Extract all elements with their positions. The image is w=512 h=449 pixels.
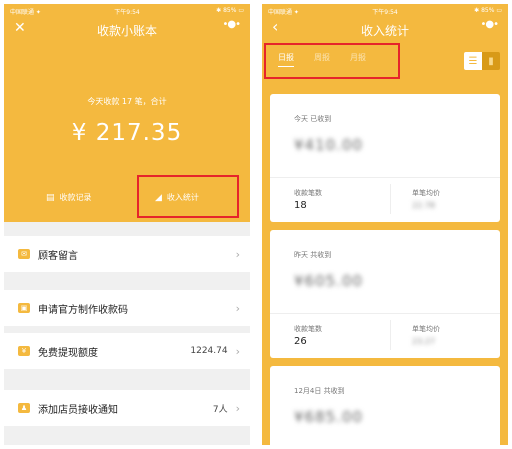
clock: 下午9:54 bbox=[372, 9, 398, 16]
clock: 下午9:54 bbox=[114, 9, 140, 16]
chevron-right-icon: › bbox=[235, 344, 240, 358]
daily-card-dec4: 12月4日 共收到 ¥685.00 bbox=[270, 366, 500, 445]
card-amount: ¥605.00 bbox=[294, 272, 364, 290]
count-value: 18 bbox=[294, 200, 307, 211]
today-summary: 今天收款 17 笔，合计 bbox=[87, 97, 167, 106]
wallet-icon: ¥ bbox=[18, 346, 30, 356]
avg-label: 单笔均价 bbox=[412, 325, 440, 333]
page-title: 收款小账本 bbox=[96, 24, 157, 38]
list-view-icon[interactable]: ☰ bbox=[464, 52, 482, 70]
divider bbox=[390, 184, 391, 214]
highlight-box bbox=[137, 175, 239, 218]
count-label: 收款笔数 bbox=[294, 325, 322, 333]
count-value: 26 bbox=[294, 336, 307, 347]
list-item-label: 申请官方制作收款码 bbox=[38, 304, 128, 316]
daily-card-today: 今天 已收到 ¥410.00 收款笔数 18 单笔均价 22.78 bbox=[270, 94, 500, 222]
card-label: 今天 已收到 bbox=[294, 115, 332, 123]
list-item-message[interactable]: ✉ 顾客留言 › bbox=[4, 236, 250, 272]
records-label: 收款记录 bbox=[59, 193, 92, 202]
list-item-label: 顾客留言 bbox=[38, 250, 78, 262]
list-item-qrcode[interactable]: ▣ 申请官方制作收款码 › bbox=[4, 290, 250, 326]
chevron-right-icon: › bbox=[235, 247, 240, 261]
view-toggle: ☰ ▮ bbox=[464, 52, 500, 70]
battery-indicator: ✱ 85% ▭ bbox=[474, 7, 502, 14]
chevron-right-icon: › bbox=[235, 301, 240, 315]
message-icon: ✉ bbox=[18, 249, 30, 259]
avg-value: 22.78 bbox=[412, 201, 435, 210]
divider bbox=[270, 313, 500, 314]
chevron-right-icon: › bbox=[235, 401, 240, 415]
card-label: 昨天 共收到 bbox=[294, 251, 332, 259]
avg-value: 23.27 bbox=[412, 337, 435, 346]
wallet-screen: 中国联通 ✦ 下午9:54 ✱ 85% ▭ ✕ 收款小账本 •●• 今天收款 1… bbox=[4, 4, 250, 445]
status-bar: 中国联通 ✦ 下午9:54 ✱ 85% ▭ bbox=[262, 4, 508, 18]
list-item-value: 1224.74 bbox=[190, 346, 228, 356]
status-bar: 中国联通 ✦ 下午9:54 ✱ 85% ▭ bbox=[4, 4, 250, 18]
list-item-withdraw[interactable]: ¥ 免费提现额度 1224.74 › bbox=[4, 333, 250, 369]
list-item-value: 7人 bbox=[212, 404, 228, 415]
staff-icon: ♟ bbox=[18, 403, 30, 413]
divider bbox=[390, 320, 391, 350]
avg-label: 单笔均价 bbox=[412, 189, 440, 197]
more-icon[interactable]: •●• bbox=[222, 19, 241, 30]
qrcode-icon: ▣ bbox=[18, 303, 30, 313]
count-label: 收款笔数 bbox=[294, 189, 322, 197]
daily-card-yesterday: 昨天 共收到 ¥605.00 收款笔数 26 单笔均价 23.27 bbox=[270, 230, 500, 358]
chart-view-icon[interactable]: ▮ bbox=[482, 52, 500, 70]
card-amount: ¥410.00 bbox=[294, 136, 364, 154]
income-stats-screen: 中国联通 ✦ 下午9:54 ✱ 85% ▭ ‹ 收入统计 •●• 日报 周报 月… bbox=[262, 4, 508, 445]
card-label: 12月4日 共收到 bbox=[294, 387, 345, 395]
records-button[interactable]: ▤ 收款记录 bbox=[46, 192, 92, 203]
battery-indicator: ✱ 85% ▭ bbox=[216, 7, 244, 14]
page-title: 收入统计 bbox=[360, 24, 409, 38]
list-item-staff[interactable]: ♟ 添加店员接收通知 7人 › bbox=[4, 390, 250, 426]
list-item-label: 免费提现额度 bbox=[38, 347, 98, 359]
card-amount: ¥685.00 bbox=[294, 408, 364, 426]
document-icon: ▤ bbox=[46, 192, 55, 203]
highlight-box bbox=[264, 43, 400, 79]
more-icon[interactable]: •●• bbox=[480, 19, 499, 30]
divider bbox=[270, 177, 500, 178]
list-item-label: 添加店员接收通知 bbox=[38, 404, 118, 416]
today-amount: ¥ 217.35 bbox=[71, 120, 183, 146]
